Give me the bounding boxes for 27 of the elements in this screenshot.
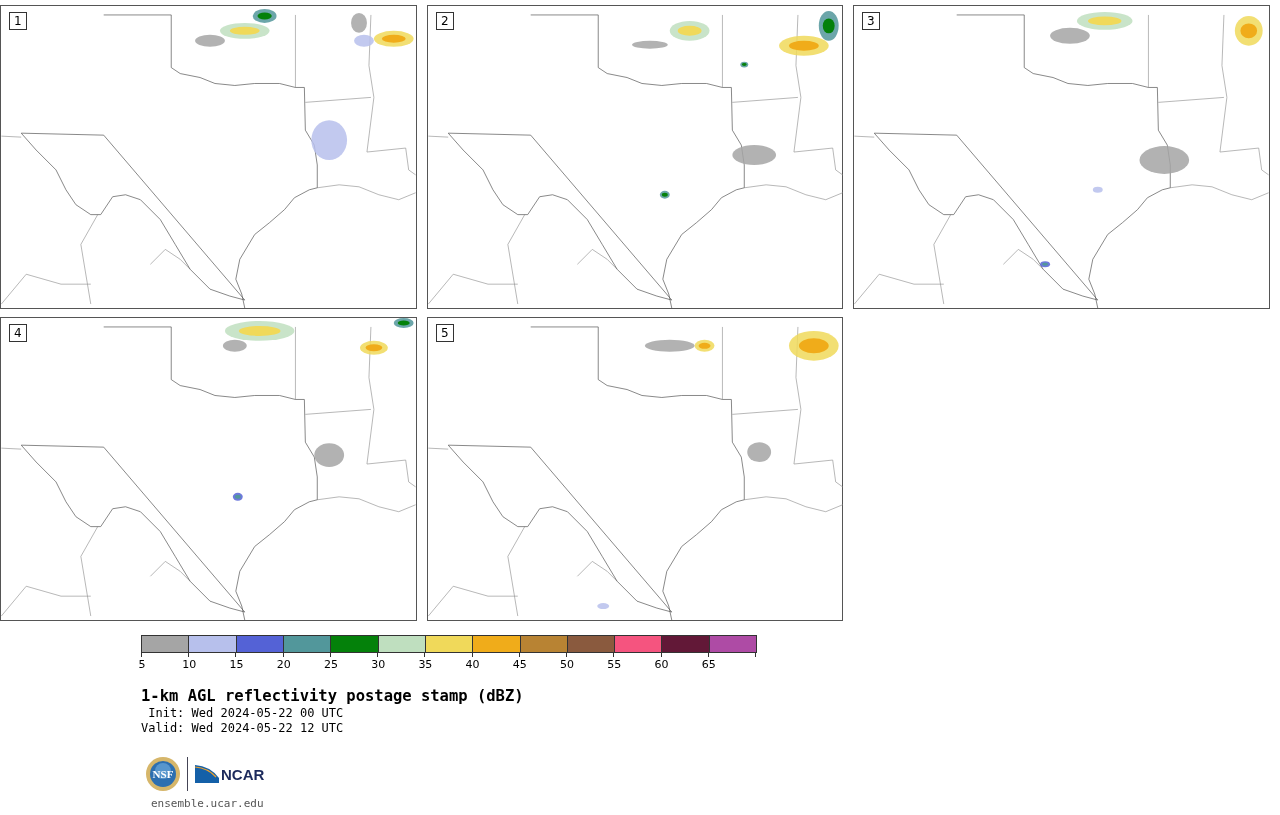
time-label: Init:: [147, 706, 185, 721]
time-value: Wed 2024-05-22 00 UTC: [191, 706, 344, 721]
tick-label: 20: [276, 658, 291, 671]
tick-label: 35: [418, 658, 433, 671]
tick-label: 10: [182, 658, 197, 671]
panel-number: 1: [9, 12, 27, 30]
time-value: Wed 2024-05-22 12 UTC: [191, 721, 344, 736]
tick-label: 15: [229, 658, 244, 671]
tick-label: 45: [512, 658, 527, 671]
seal-logo: NSF: [145, 756, 181, 792]
time-label: Valid:: [141, 721, 185, 736]
panel-number: 3: [862, 12, 880, 30]
panel-number: 4: [9, 324, 27, 342]
plot-title: 1-km AGL reflectivity postage stamp (dBZ): [141, 687, 525, 706]
arc-icon: [194, 764, 220, 784]
tick-label: 60: [654, 658, 669, 671]
panel-number: 5: [436, 324, 454, 342]
panel-number: 2: [436, 12, 454, 30]
tick-label: 40: [465, 658, 480, 671]
tick-label: 30: [371, 658, 386, 671]
tick-label: 25: [323, 658, 338, 671]
tick-label: 65: [701, 658, 716, 671]
site-url: ensemble.ucar.edu: [150, 797, 264, 810]
wordmark: NCAR: [221, 765, 265, 783]
tick-label: 55: [607, 658, 622, 671]
tick-label: 50: [560, 658, 575, 671]
tick-label: 5: [138, 658, 146, 671]
